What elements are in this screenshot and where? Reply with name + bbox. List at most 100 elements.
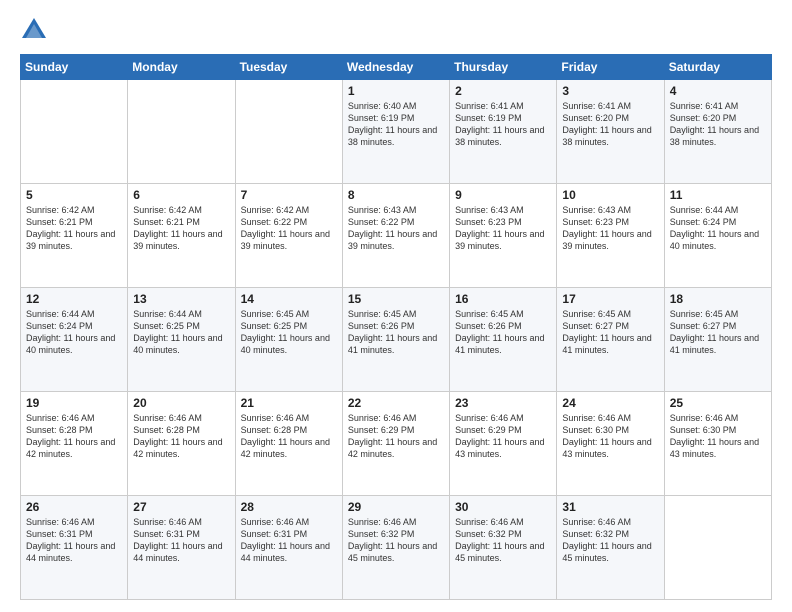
day-info: Sunrise: 6:46 AM Sunset: 6:32 PM Dayligh… bbox=[455, 516, 551, 565]
header bbox=[20, 16, 772, 44]
day-number: 4 bbox=[670, 84, 766, 98]
day-info: Sunrise: 6:45 AM Sunset: 6:27 PM Dayligh… bbox=[562, 308, 658, 357]
day-info: Sunrise: 6:46 AM Sunset: 6:30 PM Dayligh… bbox=[562, 412, 658, 461]
day-number: 30 bbox=[455, 500, 551, 514]
day-number: 24 bbox=[562, 396, 658, 410]
day-info: Sunrise: 6:46 AM Sunset: 6:29 PM Dayligh… bbox=[348, 412, 444, 461]
day-info: Sunrise: 6:41 AM Sunset: 6:20 PM Dayligh… bbox=[670, 100, 766, 149]
day-number: 1 bbox=[348, 84, 444, 98]
calendar-cell: 11 Sunrise: 6:44 AM Sunset: 6:24 PM Dayli… bbox=[664, 184, 771, 288]
calendar-cell: 7 Sunrise: 6:42 AM Sunset: 6:22 PM Daylig… bbox=[235, 184, 342, 288]
day-number: 12 bbox=[26, 292, 122, 306]
day-number: 7 bbox=[241, 188, 337, 202]
day-number: 28 bbox=[241, 500, 337, 514]
calendar-cell: 31 Sunrise: 6:46 AM Sunset: 6:32 PM Dayli… bbox=[557, 496, 664, 600]
logo bbox=[20, 16, 52, 44]
calendar-cell bbox=[128, 80, 235, 184]
logo-icon bbox=[20, 16, 48, 44]
day-info: Sunrise: 6:46 AM Sunset: 6:31 PM Dayligh… bbox=[133, 516, 229, 565]
day-number: 20 bbox=[133, 396, 229, 410]
day-info: Sunrise: 6:46 AM Sunset: 6:30 PM Dayligh… bbox=[670, 412, 766, 461]
calendar-cell bbox=[21, 80, 128, 184]
day-info: Sunrise: 6:44 AM Sunset: 6:24 PM Dayligh… bbox=[670, 204, 766, 253]
day-number: 6 bbox=[133, 188, 229, 202]
day-number: 29 bbox=[348, 500, 444, 514]
calendar-week-2: 5 Sunrise: 6:42 AM Sunset: 6:21 PM Daylig… bbox=[21, 184, 772, 288]
day-number: 19 bbox=[26, 396, 122, 410]
day-info: Sunrise: 6:43 AM Sunset: 6:22 PM Dayligh… bbox=[348, 204, 444, 253]
calendar-header-monday: Monday bbox=[128, 55, 235, 80]
day-number: 17 bbox=[562, 292, 658, 306]
day-info: Sunrise: 6:44 AM Sunset: 6:25 PM Dayligh… bbox=[133, 308, 229, 357]
day-info: Sunrise: 6:46 AM Sunset: 6:28 PM Dayligh… bbox=[241, 412, 337, 461]
calendar-cell: 8Sunrise: 6:43 AM Sunset: 6:22 PM Daylig… bbox=[342, 184, 449, 288]
calendar-cell: 17 Sunrise: 6:45 AM Sunset: 6:27 PM Dayli… bbox=[557, 288, 664, 392]
calendar-cell: 1 Sunrise: 6:40 AM Sunset: 6:19 PM Daylig… bbox=[342, 80, 449, 184]
calendar-week-3: 12Sunrise: 6:44 AM Sunset: 6:24 PM Dayli… bbox=[21, 288, 772, 392]
calendar-cell: 18 Sunrise: 6:45 AM Sunset: 6:27 PM Dayli… bbox=[664, 288, 771, 392]
calendar-cell: 15 Sunrise: 6:45 AM Sunset: 6:26 PM Dayli… bbox=[342, 288, 449, 392]
day-number: 31 bbox=[562, 500, 658, 514]
day-number: 3 bbox=[562, 84, 658, 98]
calendar-week-5: 26Sunrise: 6:46 AM Sunset: 6:31 PM Dayli… bbox=[21, 496, 772, 600]
day-info: Sunrise: 6:46 AM Sunset: 6:31 PM Dayligh… bbox=[241, 516, 337, 565]
calendar-cell: 30 Sunrise: 6:46 AM Sunset: 6:32 PM Dayli… bbox=[450, 496, 557, 600]
calendar-cell: 6Sunrise: 6:42 AM Sunset: 6:21 PM Daylig… bbox=[128, 184, 235, 288]
calendar-cell: 29 Sunrise: 6:46 AM Sunset: 6:32 PM Dayli… bbox=[342, 496, 449, 600]
calendar-cell: 2 Sunrise: 6:41 AM Sunset: 6:19 PM Daylig… bbox=[450, 80, 557, 184]
day-number: 16 bbox=[455, 292, 551, 306]
calendar-cell: 3Sunrise: 6:41 AM Sunset: 6:20 PM Daylig… bbox=[557, 80, 664, 184]
day-info: Sunrise: 6:45 AM Sunset: 6:26 PM Dayligh… bbox=[455, 308, 551, 357]
calendar-cell: 4 Sunrise: 6:41 AM Sunset: 6:20 PM Daylig… bbox=[664, 80, 771, 184]
calendar-cell: 22 Sunrise: 6:46 AM Sunset: 6:29 PM Dayli… bbox=[342, 392, 449, 496]
day-info: Sunrise: 6:42 AM Sunset: 6:22 PM Dayligh… bbox=[241, 204, 337, 253]
day-number: 11 bbox=[670, 188, 766, 202]
calendar-week-1: 1 Sunrise: 6:40 AM Sunset: 6:19 PM Daylig… bbox=[21, 80, 772, 184]
day-info: Sunrise: 6:46 AM Sunset: 6:32 PM Dayligh… bbox=[348, 516, 444, 565]
calendar-cell: 13Sunrise: 6:44 AM Sunset: 6:25 PM Dayli… bbox=[128, 288, 235, 392]
calendar-cell: 23Sunrise: 6:46 AM Sunset: 6:29 PM Dayli… bbox=[450, 392, 557, 496]
page: SundayMondayTuesdayWednesdayThursdayFrid… bbox=[0, 0, 792, 612]
day-info: Sunrise: 6:46 AM Sunset: 6:28 PM Dayligh… bbox=[26, 412, 122, 461]
day-info: Sunrise: 6:40 AM Sunset: 6:19 PM Dayligh… bbox=[348, 100, 444, 149]
day-info: Sunrise: 6:45 AM Sunset: 6:27 PM Dayligh… bbox=[670, 308, 766, 357]
day-info: Sunrise: 6:46 AM Sunset: 6:28 PM Dayligh… bbox=[133, 412, 229, 461]
day-info: Sunrise: 6:45 AM Sunset: 6:26 PM Dayligh… bbox=[348, 308, 444, 357]
day-info: Sunrise: 6:42 AM Sunset: 6:21 PM Dayligh… bbox=[26, 204, 122, 253]
calendar-header-row: SundayMondayTuesdayWednesdayThursdayFrid… bbox=[21, 55, 772, 80]
day-number: 22 bbox=[348, 396, 444, 410]
day-number: 25 bbox=[670, 396, 766, 410]
calendar: SundayMondayTuesdayWednesdayThursdayFrid… bbox=[20, 54, 772, 600]
day-info: Sunrise: 6:43 AM Sunset: 6:23 PM Dayligh… bbox=[562, 204, 658, 253]
day-info: Sunrise: 6:45 AM Sunset: 6:25 PM Dayligh… bbox=[241, 308, 337, 357]
calendar-cell: 25 Sunrise: 6:46 AM Sunset: 6:30 PM Dayli… bbox=[664, 392, 771, 496]
day-number: 18 bbox=[670, 292, 766, 306]
calendar-header-wednesday: Wednesday bbox=[342, 55, 449, 80]
calendar-cell: 28 Sunrise: 6:46 AM Sunset: 6:31 PM Dayli… bbox=[235, 496, 342, 600]
day-number: 15 bbox=[348, 292, 444, 306]
day-info: Sunrise: 6:43 AM Sunset: 6:23 PM Dayligh… bbox=[455, 204, 551, 253]
calendar-header-saturday: Saturday bbox=[664, 55, 771, 80]
calendar-cell: 10 Sunrise: 6:43 AM Sunset: 6:23 PM Dayli… bbox=[557, 184, 664, 288]
day-info: Sunrise: 6:41 AM Sunset: 6:19 PM Dayligh… bbox=[455, 100, 551, 149]
day-number: 21 bbox=[241, 396, 337, 410]
calendar-header-tuesday: Tuesday bbox=[235, 55, 342, 80]
day-number: 14 bbox=[241, 292, 337, 306]
day-number: 2 bbox=[455, 84, 551, 98]
calendar-cell: 5 Sunrise: 6:42 AM Sunset: 6:21 PM Daylig… bbox=[21, 184, 128, 288]
day-info: Sunrise: 6:46 AM Sunset: 6:29 PM Dayligh… bbox=[455, 412, 551, 461]
calendar-cell: 9 Sunrise: 6:43 AM Sunset: 6:23 PM Daylig… bbox=[450, 184, 557, 288]
day-number: 5 bbox=[26, 188, 122, 202]
calendar-cell: 14 Sunrise: 6:45 AM Sunset: 6:25 PM Dayli… bbox=[235, 288, 342, 392]
day-number: 27 bbox=[133, 500, 229, 514]
day-number: 9 bbox=[455, 188, 551, 202]
calendar-cell: 12Sunrise: 6:44 AM Sunset: 6:24 PM Dayli… bbox=[21, 288, 128, 392]
day-info: Sunrise: 6:46 AM Sunset: 6:32 PM Dayligh… bbox=[562, 516, 658, 565]
calendar-cell: 16 Sunrise: 6:45 AM Sunset: 6:26 PM Dayli… bbox=[450, 288, 557, 392]
calendar-cell: 19 Sunrise: 6:46 AM Sunset: 6:28 PM Dayli… bbox=[21, 392, 128, 496]
calendar-cell bbox=[664, 496, 771, 600]
calendar-header-sunday: Sunday bbox=[21, 55, 128, 80]
day-number: 10 bbox=[562, 188, 658, 202]
calendar-header-friday: Friday bbox=[557, 55, 664, 80]
calendar-cell: 26Sunrise: 6:46 AM Sunset: 6:31 PM Dayli… bbox=[21, 496, 128, 600]
